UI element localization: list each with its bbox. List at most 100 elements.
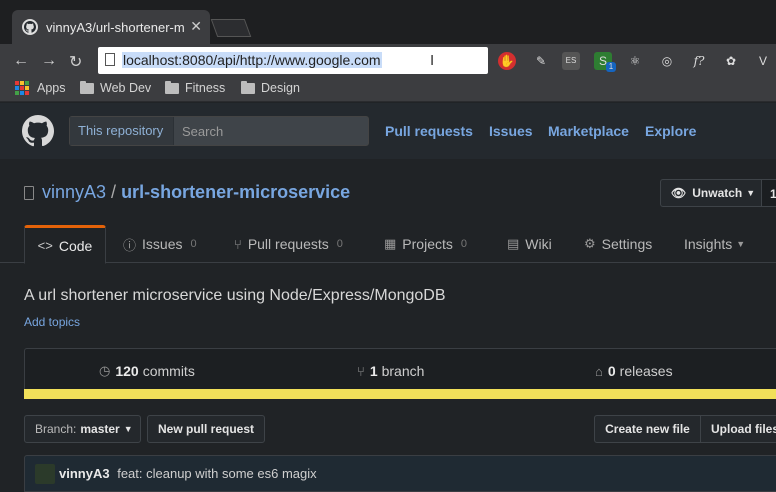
browser-tabstrip: vinnyA3/url-shortener-m ✕ xyxy=(0,0,776,44)
extension-badge: 1 xyxy=(606,62,616,72)
latest-commit-bar: vinnyA3 feat: cleanup with some es6 magi… xyxy=(24,455,776,492)
forward-icon[interactable]: → xyxy=(41,52,57,70)
commits-label: commits xyxy=(142,363,195,379)
branch-name: master xyxy=(80,422,120,436)
unwatch-button[interactable]: 👁 Unwatch ▼ xyxy=(660,179,762,207)
repo-search: This repository xyxy=(69,116,369,146)
repo-description: A url shortener microservice using Node/… xyxy=(24,287,446,304)
create-new-file-button[interactable]: Create new file xyxy=(594,415,701,443)
releases-count: 0 xyxy=(607,363,616,379)
browser-tab[interactable]: vinnyA3/url-shortener-m ✕ xyxy=(12,10,210,44)
github-octocat-icon[interactable] xyxy=(22,115,54,147)
repo-nav: <> Code ⓘ Issues 0 ⑂ Pull requests 0 ▦ P… xyxy=(0,225,776,264)
tab-count: 0 xyxy=(336,238,343,250)
search-input[interactable] xyxy=(174,117,368,145)
folder-icon xyxy=(165,80,179,94)
repo-owner-link[interactable]: vinnyA3 xyxy=(42,182,106,203)
upload-files-button[interactable]: Upload files xyxy=(700,415,776,443)
add-topics-link[interactable]: Add topics xyxy=(24,315,80,329)
page-icon xyxy=(105,53,115,66)
nav-issues[interactable]: Issues xyxy=(489,123,533,139)
chevron-down-icon: ▼ xyxy=(123,424,133,434)
address-url[interactable]: localhost:8080/api/http://www.google.com xyxy=(122,52,382,68)
chevron-down-icon: ▼ xyxy=(746,188,756,198)
tab-count: 0 xyxy=(190,238,197,250)
folder-icon xyxy=(241,80,255,94)
reload-icon[interactable]: ↻ xyxy=(69,52,82,72)
latest-commit: vinnyA3 feat: cleanup with some es6 magi… xyxy=(59,466,317,481)
chevron-down-icon: ▼ xyxy=(736,239,746,249)
new-pull-request-button[interactable]: New pull request xyxy=(147,415,265,443)
tab-label: Code xyxy=(58,237,93,254)
nav-pull-requests[interactable]: Pull requests xyxy=(385,123,473,139)
repo-page: vinnyA3 / url-shortener-microservice 👁 U… xyxy=(0,159,776,492)
function-icon[interactable]: f? xyxy=(690,52,708,70)
es-icon[interactable]: ES xyxy=(562,52,580,70)
tab-label: Projects xyxy=(402,236,453,252)
releases-label: releases xyxy=(619,363,673,379)
bookmark-design[interactable]: Design xyxy=(241,80,300,95)
commits-count: 120 xyxy=(115,363,139,379)
vue-icon[interactable]: V xyxy=(754,52,772,70)
tab-projects[interactable]: ▦ Projects 0 xyxy=(384,225,467,263)
tab-label: Pull requests xyxy=(247,236,329,252)
tab-label: Wiki xyxy=(525,236,552,252)
code-icon: <> xyxy=(37,238,53,253)
language-bar[interactable] xyxy=(24,389,776,399)
tab-insights[interactable]: Insights ▼ xyxy=(684,225,745,263)
tab-issues[interactable]: ⓘ Issues 0 xyxy=(123,225,197,263)
back-icon[interactable]: ← xyxy=(13,52,29,70)
ublock-icon[interactable]: ✋ xyxy=(498,52,516,70)
pull-request-icon: ⑂ xyxy=(234,236,242,252)
github-favicon-icon xyxy=(22,19,38,35)
watch-count[interactable]: 1 xyxy=(761,179,776,207)
branch-select[interactable]: Branch: master ▼ xyxy=(24,415,141,443)
wiki-icon: ▤ xyxy=(507,236,520,251)
avatar[interactable] xyxy=(35,464,55,484)
bookmark-apps[interactable]: Apps xyxy=(15,81,66,95)
branches-link[interactable]: ⑂ 1 branch xyxy=(357,363,424,379)
issue-icon: ⓘ xyxy=(123,237,137,253)
branch-prefix: Branch: xyxy=(35,422,77,436)
tab-count: 0 xyxy=(460,238,467,250)
branch-label: branch xyxy=(381,363,425,379)
bookmark-label: Apps xyxy=(37,81,66,95)
target-icon[interactable]: ◎ xyxy=(658,52,676,70)
bookmark-label: Web Dev xyxy=(100,81,152,95)
react-icon[interactable]: ⚛ xyxy=(626,52,644,70)
browser-toolbar: ← → ↻ localhost:8080/api/http://www.goog… xyxy=(0,44,776,78)
commit-message-link[interactable]: feat: cleanup with some es6 magix xyxy=(117,466,316,481)
browser-tab-title: vinnyA3/url-shortener-m xyxy=(46,19,185,35)
commit-author-link[interactable]: vinnyA3 xyxy=(59,466,110,481)
new-tab-button[interactable] xyxy=(210,19,252,37)
watch-label: Unwatch xyxy=(692,186,743,200)
bookmark-web-dev[interactable]: Web Dev xyxy=(80,80,152,95)
nav-explore[interactable]: Explore xyxy=(645,123,696,139)
repo-name-link[interactable]: url-shortener-microservice xyxy=(121,182,350,203)
search-scope-label: This repository xyxy=(70,117,174,145)
bookmark-label: Fitness xyxy=(185,81,226,95)
tag-icon: ⌂ xyxy=(595,363,603,379)
tab-label: Settings xyxy=(601,236,653,252)
bookmarks-bar: Apps Web Dev Fitness Design xyxy=(0,78,776,102)
commits-link[interactable]: ◷ 120 commits xyxy=(99,363,195,379)
tab-pull-requests[interactable]: ⑂ Pull requests 0 xyxy=(234,225,343,263)
tab-settings[interactable]: ⚙ Settings xyxy=(584,225,652,263)
repo-book-icon xyxy=(24,185,34,200)
folder-icon xyxy=(80,80,94,94)
project-icon: ▦ xyxy=(384,236,397,251)
branch-icon: ⑂ xyxy=(357,363,365,379)
nav-marketplace[interactable]: Marketplace xyxy=(548,123,629,139)
gear-icon: ⚙ xyxy=(584,236,596,251)
tab-code[interactable]: <> Code xyxy=(24,225,106,264)
branch-count: 1 xyxy=(369,363,378,379)
tab-label: Insights xyxy=(684,236,733,252)
address-bar[interactable]: localhost:8080/api/http://www.google.com… xyxy=(98,47,488,74)
evernote-icon[interactable]: ✿ xyxy=(722,52,740,70)
text-cursor-icon: I xyxy=(430,52,435,69)
tab-close-icon[interactable]: ✕ xyxy=(190,18,202,35)
releases-link[interactable]: ⌂ 0 releases xyxy=(595,363,673,379)
bookmark-fitness[interactable]: Fitness xyxy=(165,80,226,95)
tab-wiki[interactable]: ▤ Wiki xyxy=(507,225,552,263)
eyedropper-icon[interactable]: ✎ xyxy=(532,52,550,70)
